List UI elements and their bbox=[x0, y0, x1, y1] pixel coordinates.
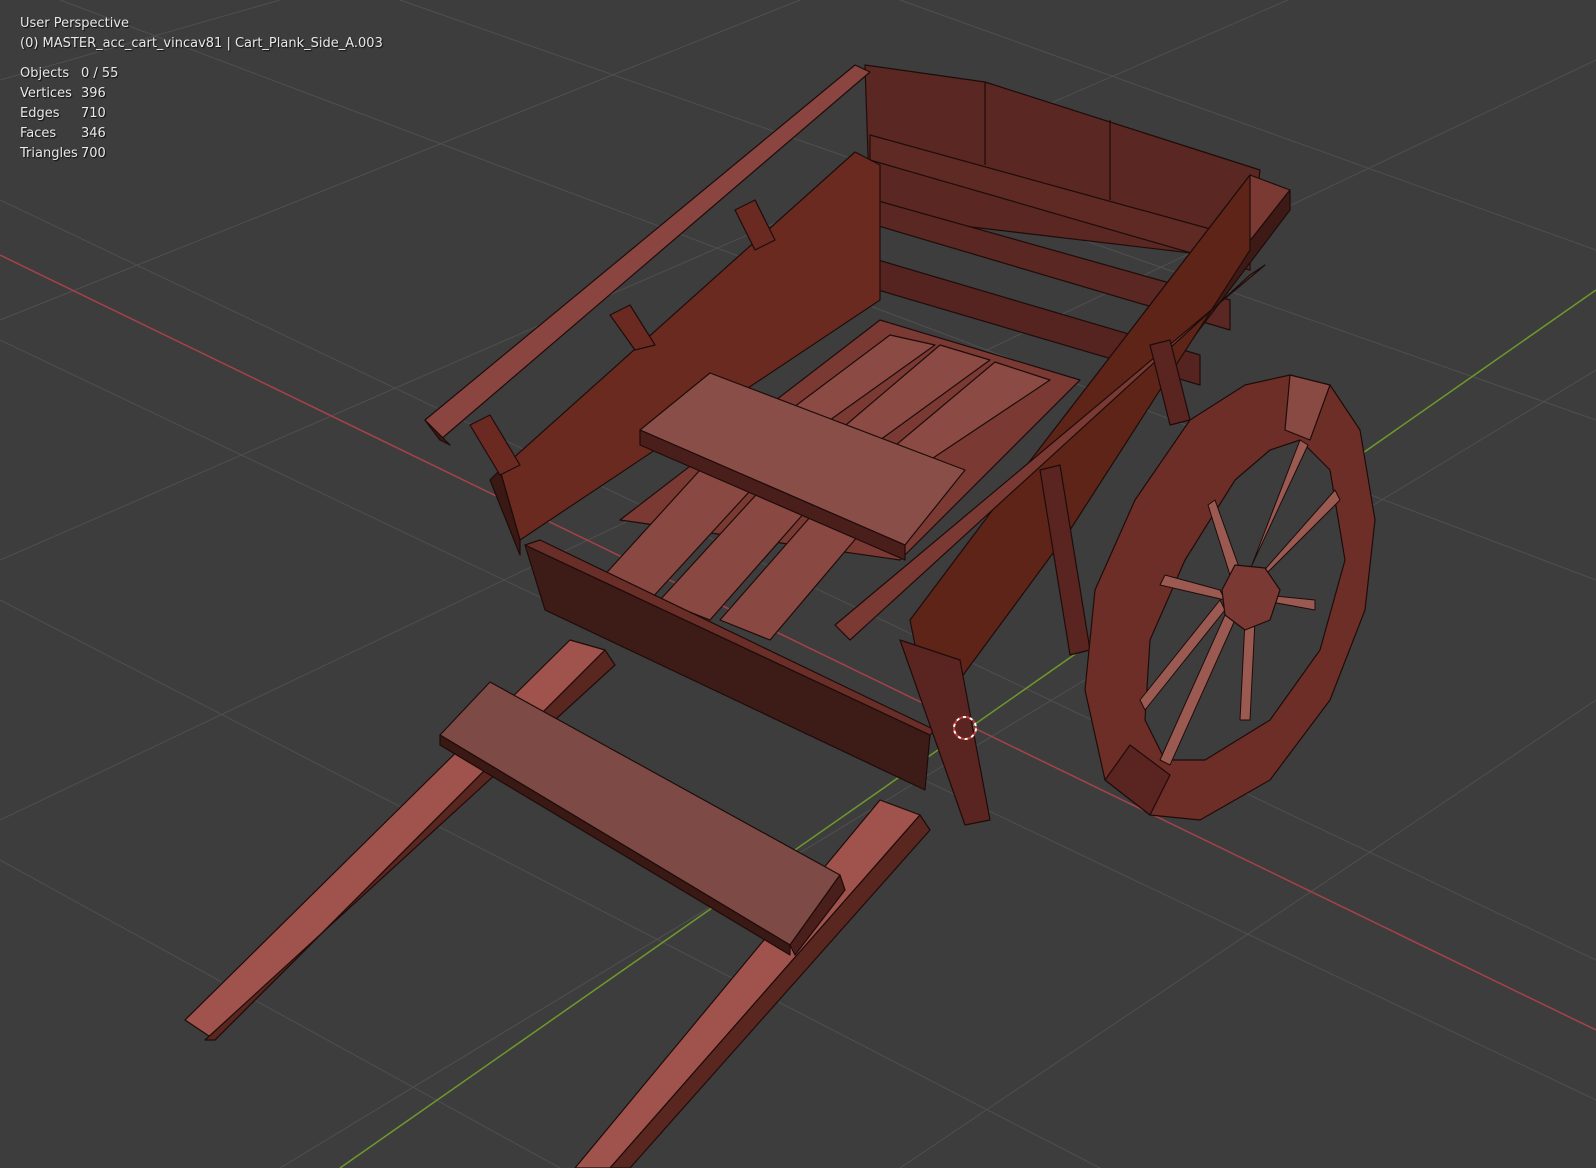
stat-objects: Objects 0 / 55 bbox=[20, 64, 383, 84]
context-label: (0) MASTER_acc_cart_vincav81 | Cart_Plan… bbox=[20, 36, 383, 51]
stat-triangles: Triangles 700 bbox=[20, 144, 383, 164]
stat-value: 710 bbox=[81, 106, 106, 121]
stat-label: Faces bbox=[20, 126, 57, 141]
scene-statistics: Objects 0 / 55 Vertices 396 Edges 710 Fa… bbox=[20, 64, 383, 164]
stat-edges: Edges 710 bbox=[20, 104, 383, 124]
stat-value: 0 / 55 bbox=[81, 66, 119, 81]
3d-viewport[interactable]: User Perspective (0) MASTER_acc_cart_vin… bbox=[0, 0, 1596, 1168]
cart-wheel[interactable] bbox=[1084, 374, 1376, 821]
stat-value: 346 bbox=[81, 126, 106, 141]
stat-faces: Faces 346 bbox=[20, 124, 383, 144]
view-name: User Perspective bbox=[20, 16, 130, 31]
stat-value: 396 bbox=[81, 86, 106, 101]
stat-label: Triangles bbox=[20, 146, 78, 161]
stat-label: Edges bbox=[20, 106, 60, 121]
viewport-scene[interactable] bbox=[0, 0, 1596, 1168]
stat-vertices: Vertices 396 bbox=[20, 84, 383, 104]
stat-label: Vertices bbox=[20, 86, 72, 101]
stat-label: Objects bbox=[20, 66, 70, 81]
viewport-info-overlay: User Perspective (0) MASTER_acc_cart_vin… bbox=[20, 14, 383, 164]
cart-shaft-left[interactable] bbox=[184, 639, 616, 1041]
stat-value: 700 bbox=[81, 146, 106, 161]
